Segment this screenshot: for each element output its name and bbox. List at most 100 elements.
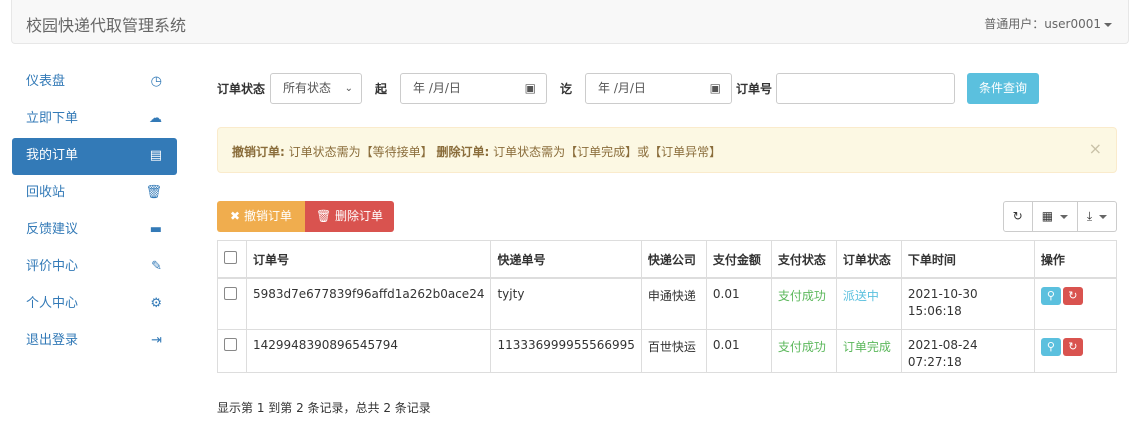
caret-down-icon <box>1059 214 1068 219</box>
header-actions: 操作 <box>1034 240 1118 279</box>
table-row: 1429948390896545794 113336999955566995 百… <box>217 328 1118 372</box>
search-icon[interactable]: ⚲ <box>1040 337 1061 356</box>
columns-icon: ▦ <box>1041 209 1054 223</box>
header-company[interactable]: 快递公司 <box>641 240 707 279</box>
refresh-icon[interactable]: ↻ <box>1062 287 1083 305</box>
cell-pay-status: 支付成功 <box>771 328 837 372</box>
select-all-checkbox[interactable] <box>224 251 237 264</box>
row-select-cell[interactable] <box>217 277 247 329</box>
user-menu[interactable]: 普通用户：user0001 <box>984 15 1112 32</box>
user-label: 普通用户：user0001 <box>984 17 1101 31</box>
cell-tracking-no: 113336999955566995 <box>490 328 642 372</box>
sidebar-item-label: 我的订单 <box>26 148 79 163</box>
order-no-label: 订单号 <box>736 82 773 96</box>
table-header-row: 订单号 快递单号 快递公司 支付金额 支付状态 订单状态 下单时间 操作 <box>217 240 1118 279</box>
header-tracking-no[interactable]: 快递单号 <box>490 240 642 279</box>
from-date-label: 起 <box>375 82 388 96</box>
cell-actions: ⚲ ↻ <box>1034 277 1118 329</box>
columns-button[interactable]: ▦ <box>1032 201 1078 232</box>
header-order-no[interactable]: 订单号 <box>246 240 492 279</box>
caret-down-icon <box>1104 22 1112 27</box>
export-icon: ⤓ <box>1086 209 1093 223</box>
refresh-button[interactable]: ↻ <box>1002 201 1033 232</box>
sidebar-item-my-orders[interactable]: 我的订单 ▤ <box>12 138 177 175</box>
header-pay-status[interactable]: 支付状态 <box>771 240 837 279</box>
app-title[interactable]: 校园快递代取管理系统 <box>26 12 186 36</box>
alert-cancel-title: 撤销订单: <box>232 145 285 159</box>
sidebar: 仪表盘 ◷ 立即下单 ☁ 我的订单 ▤ 回收站 🗑 反馈建议 ▬ 评价中心 ✎ … <box>12 64 177 360</box>
cell-order-no: 5983d7e677839f96affd1a262b0ace24 <box>246 277 492 329</box>
row-checkbox[interactable] <box>224 287 237 300</box>
cloud-upload-icon: ☁ <box>149 111 162 126</box>
cell-order-status: 派送中 <box>836 277 902 329</box>
comment-icon: ▬ <box>149 222 162 237</box>
sidebar-item-reviews[interactable]: 评价中心 ✎ <box>12 249 177 286</box>
export-button[interactable]: ⤓ <box>1077 201 1117 232</box>
table-toolbar: ✖ 撤销订单 🗑 删除订单 ↻ ▦ ⤓ <box>217 201 1117 232</box>
sidebar-item-label: 回收站 <box>26 185 66 200</box>
sidebar-item-profile[interactable]: 个人中心 ⚙ <box>12 286 177 323</box>
calendar-icon[interactable]: ▣ <box>525 74 536 103</box>
edit-icon: ✎ <box>151 259 162 274</box>
sidebar-item-label: 评价中心 <box>26 259 79 274</box>
cell-company: 百世快运 <box>641 328 707 372</box>
from-date-placeholder: 年 /月/日 <box>413 81 461 95</box>
caret-down-icon <box>1099 214 1107 219</box>
trash-icon: 🗑 <box>145 185 162 200</box>
select-all-cell[interactable] <box>217 240 247 279</box>
order-no-input[interactable] <box>776 73 955 104</box>
status-select[interactable]: 所有状态 ⌄ <box>270 73 362 104</box>
header-order-status[interactable]: 订单状态 <box>836 240 902 279</box>
cell-company: 申通快递 <box>641 277 707 329</box>
header-order-time[interactable]: 下单时间 <box>901 240 1035 279</box>
cell-amount: 0.01 <box>706 277 772 329</box>
order-time: 07:27:18 <box>907 354 962 369</box>
alert-cancel-text: 订单状态需为【等待接单】 <box>288 145 433 159</box>
search-icon[interactable]: ⚲ <box>1040 287 1061 305</box>
to-date-label: 讫 <box>560 82 573 96</box>
trash-icon: 🗑 <box>315 209 332 223</box>
close-icon[interactable]: × <box>1089 139 1102 158</box>
row-checkbox[interactable] <box>224 337 237 351</box>
top-navbar: 校园快递代取管理系统 普通用户：user0001 <box>11 0 1129 44</box>
sidebar-item-label: 仪表盘 <box>26 74 66 89</box>
alert-delete-text: 订单状态需为【订单完成】或【订单异常】 <box>493 145 722 159</box>
cancel-order-button[interactable]: ✖ 撤销订单 <box>217 201 305 232</box>
close-icon: ✖ <box>230 209 241 223</box>
to-date-placeholder: 年 /月/日 <box>598 81 646 95</box>
cell-pay-status: 支付成功 <box>771 277 837 329</box>
refresh-icon[interactable]: ↻ <box>1062 337 1083 356</box>
cell-amount: 0.01 <box>706 328 772 372</box>
sidebar-item-dashboard[interactable]: 仪表盘 ◷ <box>12 64 177 101</box>
info-alert: 撤销订单: 订单状态需为【等待接单】 删除订单: 订单状态需为【订单完成】或【订… <box>217 127 1117 173</box>
status-filter-label: 订单状态 <box>217 82 266 96</box>
order-time: 15:06:18 <box>907 304 962 318</box>
from-date-input[interactable]: 年 /月/日 ▣ <box>400 73 547 104</box>
sidebar-item-label: 反馈建议 <box>26 222 79 237</box>
sidebar-item-label: 立即下单 <box>26 111 79 126</box>
pagination-info: 显示第 1 到第 2 条记录，总共 2 条记录 <box>217 401 431 415</box>
cell-tracking-no: tyjty <box>490 277 642 329</box>
to-date-input[interactable]: 年 /月/日 ▣ <box>585 73 732 104</box>
orders-table: 订单号 快递单号 快递公司 支付金额 支付状态 订单状态 下单时间 操作 598… <box>217 240 1118 373</box>
row-select-cell[interactable] <box>217 328 247 372</box>
gear-icon: ⚙ <box>150 296 162 311</box>
delete-order-button[interactable]: 🗑 删除订单 <box>305 201 394 232</box>
sidebar-item-feedback[interactable]: 反馈建议 ▬ <box>12 212 177 249</box>
list-icon: ▤ <box>149 148 162 163</box>
sidebar-item-label: 个人中心 <box>26 296 79 311</box>
table-tools: ↻ ▦ ⤓ <box>1002 201 1117 232</box>
cell-order-no: 1429948390896545794 <box>246 328 492 372</box>
query-button[interactable]: 条件查询 <box>967 73 1040 104</box>
sidebar-item-logout[interactable]: 退出登录 ⇥ <box>12 323 177 360</box>
order-date: 2021-08-24 <box>907 337 978 352</box>
header-amount[interactable]: 支付金额 <box>706 240 772 279</box>
dashboard-icon: ◷ <box>150 74 162 89</box>
calendar-icon[interactable]: ▣ <box>710 74 721 103</box>
sidebar-item-label: 退出登录 <box>26 333 79 348</box>
sidebar-item-recycle-bin[interactable]: 回收站 🗑 <box>12 175 177 212</box>
cell-order-time: 2021-10-30 15:06:18 <box>901 277 1035 329</box>
refresh-icon: ↻ <box>1012 209 1023 223</box>
sidebar-item-new-order[interactable]: 立即下单 ☁ <box>12 101 177 138</box>
delete-order-label: 删除订单 <box>335 209 384 223</box>
